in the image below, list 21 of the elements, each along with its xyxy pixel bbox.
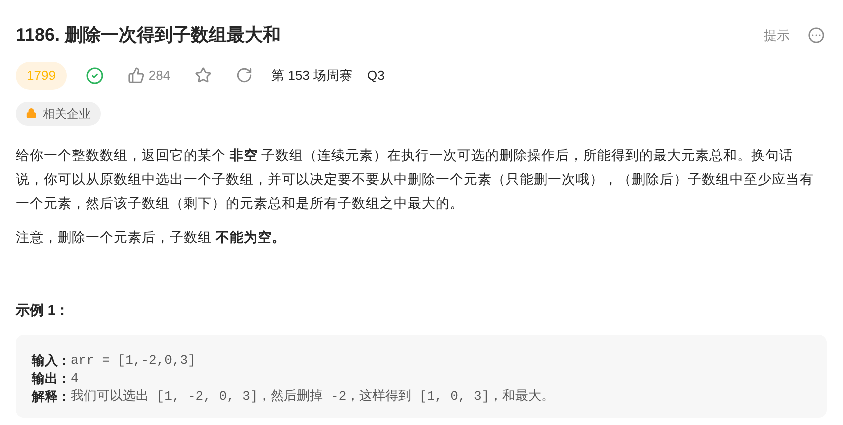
example-label: 输入： — [32, 352, 71, 370]
lock-icon — [26, 108, 37, 119]
hint-button[interactable]: 提示 — [764, 26, 790, 46]
problem-title: 1186. 删除一次得到子数组最大和 — [16, 24, 282, 47]
circular-arrow-icon[interactable] — [236, 67, 253, 84]
example-label: 解释： — [32, 388, 71, 406]
example-value: 我们可以选出 [1, -2, 0, 3]，然后删掉 -2，这样得到 [1, 0, 3]，和最大。 — [71, 388, 555, 406]
example-value: 4 — [71, 370, 79, 388]
example-value: arr = [1,-2,0,3] — [71, 352, 196, 370]
example-heading: 示例 1： — [16, 300, 71, 320]
question-label: Q3 — [368, 67, 385, 85]
like-button[interactable]: 284 — [128, 66, 171, 86]
contest-link[interactable]: 第 153 场周赛 — [272, 66, 353, 86]
company-tag[interactable]: 相关企业 — [16, 102, 101, 126]
description-paragraph: 注意，删除一个元素后，子数组 不能为空。 — [16, 228, 287, 246]
star-icon[interactable] — [194, 67, 212, 84]
thumbs-up-icon — [128, 67, 145, 84]
description-paragraph: 给你一个整数数组，返回它的某个 非空 子数组（连续元素）在执行一次可选的删除操作后，所能得到的最大元素总和。换句话说，你可以从原数组中选出一个子数组，并可以决定要不要从中删除一个元素（只能删一次哦），（删除后）子数组中至少应当有一个元素，然后该子数组（剩下）的元素总和是所有子数组之中最大的。 — [16, 146, 815, 212]
more-icon[interactable] — [808, 27, 825, 44]
difficulty-badge: 1799 — [16, 62, 67, 90]
example-label: 输出： — [32, 370, 71, 388]
